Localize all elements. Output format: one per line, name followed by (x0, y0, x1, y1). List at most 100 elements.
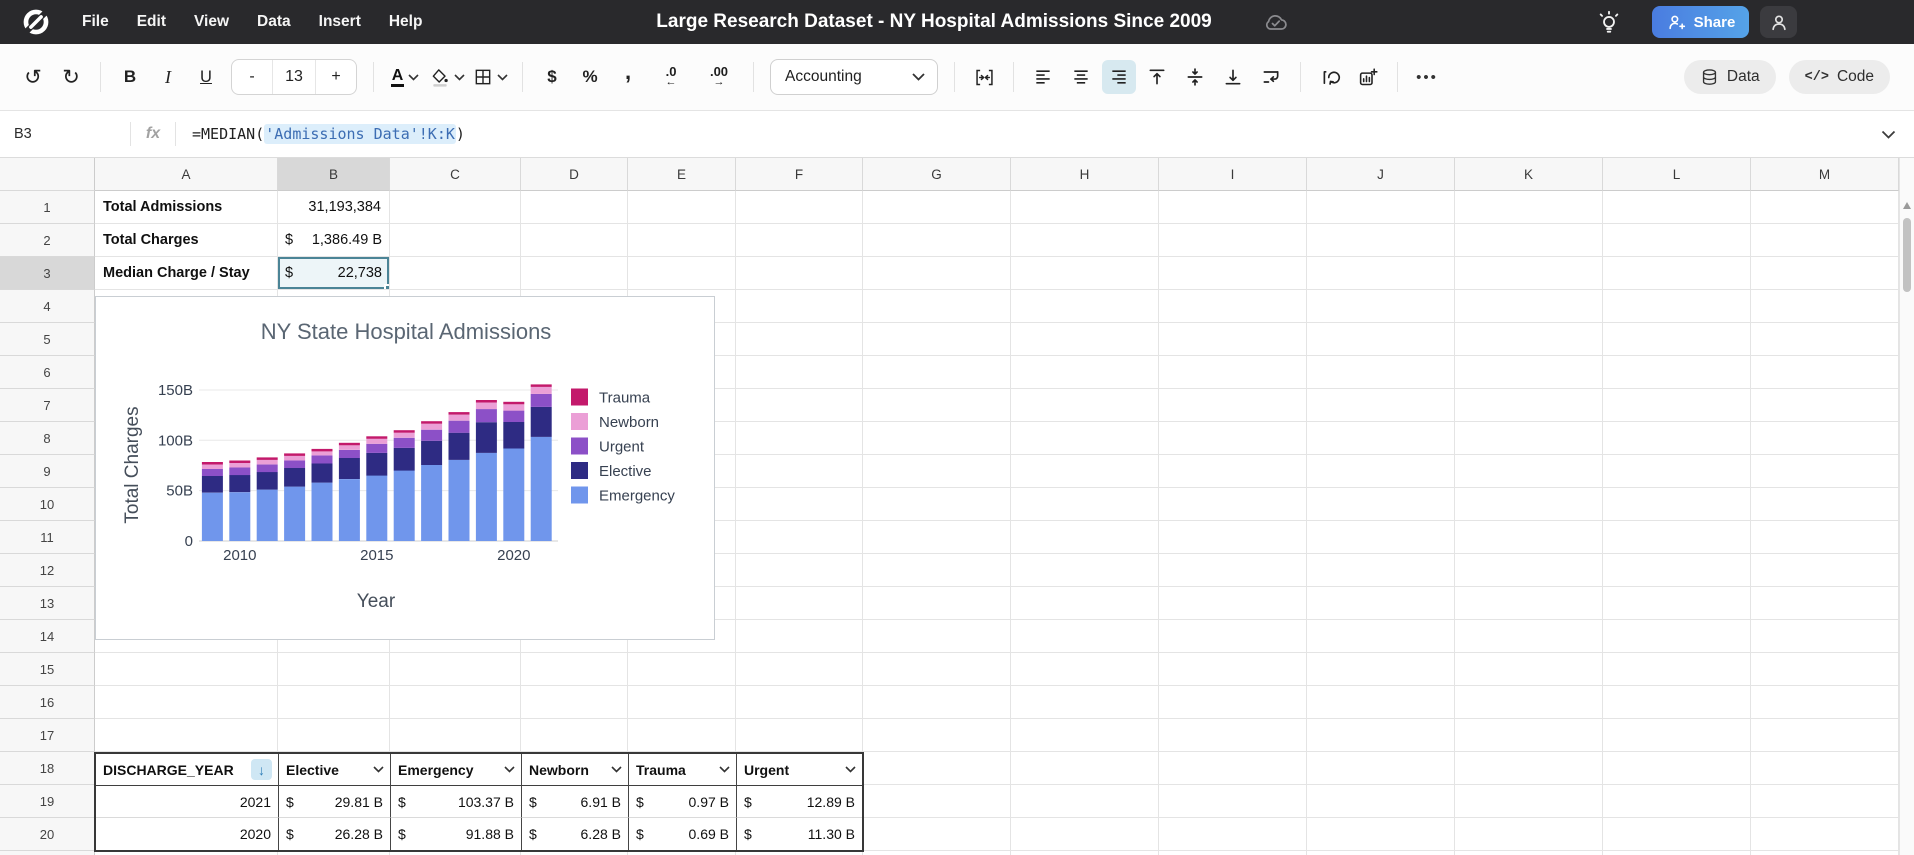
formula-bar-expand-button[interactable] (1881, 130, 1896, 139)
table-header-elective[interactable]: Elective (279, 754, 391, 786)
bar-segment-trauma-2010[interactable] (229, 461, 250, 464)
cell-L12[interactable] (1603, 554, 1751, 587)
column-header-L[interactable]: L (1603, 158, 1751, 191)
cell-A2[interactable]: Total Charges (95, 224, 278, 257)
cell-H13[interactable] (1011, 587, 1159, 620)
cell-reference-box[interactable]: B3 (0, 126, 130, 142)
cell-K17[interactable] (1455, 719, 1603, 752)
cell-J3[interactable] (1307, 257, 1455, 290)
bar-segment-elective-2016[interactable] (394, 448, 415, 471)
bar-segment-emergency-2017[interactable] (421, 465, 442, 541)
embedded-chart[interactable]: 050B100B150B201020152020NY State Hospita… (95, 296, 715, 640)
table-cell-2020-urgent[interactable]: $11.30 B (737, 818, 862, 850)
bar-segment-elective-2014[interactable] (339, 458, 360, 479)
cell-H16[interactable] (1011, 686, 1159, 719)
cell-H15[interactable] (1011, 653, 1159, 686)
table-cell-year-2020[interactable]: 2020 (96, 818, 279, 850)
bar-segment-emergency-2021[interactable] (531, 437, 552, 541)
cell-H9[interactable] (1011, 455, 1159, 488)
data-panel-button[interactable]: Data (1684, 60, 1776, 94)
cell-J12[interactable] (1307, 554, 1455, 587)
align-left-button[interactable] (1026, 60, 1060, 94)
bar-segment-urgent-2021[interactable] (531, 394, 552, 407)
cell-L1[interactable] (1603, 191, 1751, 224)
underline-button[interactable]: U (189, 60, 223, 94)
cell-I1[interactable] (1159, 191, 1307, 224)
cell-G18[interactable] (863, 752, 1011, 785)
cell-I12[interactable] (1159, 554, 1307, 587)
bar-segment-trauma-2012[interactable] (284, 453, 305, 456)
bar-segment-elective-2020[interactable] (503, 422, 524, 449)
row-header-13[interactable]: 13 (0, 587, 95, 620)
document-title[interactable]: Large Research Dataset - NY Hospital Adm… (656, 0, 1211, 44)
cell-H3[interactable] (1011, 257, 1159, 290)
bar-segment-urgent-2013[interactable] (312, 455, 333, 463)
column-header-D[interactable]: D (521, 158, 628, 191)
align-center-button[interactable] (1064, 60, 1098, 94)
cell-A1[interactable]: Total Admissions (95, 191, 278, 224)
cell-M8[interactable] (1751, 422, 1899, 455)
cell-J18[interactable] (1307, 752, 1455, 785)
bar-segment-trauma-2011[interactable] (257, 457, 278, 460)
column-header-M[interactable]: M (1751, 158, 1899, 191)
align-bottom-button[interactable] (1216, 60, 1250, 94)
cell-K19[interactable] (1455, 785, 1603, 818)
cell-I11[interactable] (1159, 521, 1307, 554)
column-header-B[interactable]: B (278, 158, 390, 191)
column-header-E[interactable]: E (628, 158, 736, 191)
cell-F11[interactable] (736, 521, 863, 554)
cell-H14[interactable] (1011, 620, 1159, 653)
cell-K7[interactable] (1455, 389, 1603, 422)
bar-segment-elective-2012[interactable] (284, 468, 305, 487)
cell-G5[interactable] (863, 323, 1011, 356)
cell-A17[interactable] (95, 719, 278, 752)
bar-segment-emergency-2019[interactable] (476, 453, 497, 541)
more-options-button[interactable]: ••• (1410, 60, 1444, 94)
cell-M5[interactable] (1751, 323, 1899, 356)
scroll-up-arrow-icon[interactable] (1903, 202, 1911, 209)
column-header-H[interactable]: H (1011, 158, 1159, 191)
bar-segment-newborn-2018[interactable] (449, 415, 470, 421)
bar-segment-urgent-2018[interactable] (449, 421, 470, 433)
formula-input[interactable]: =MEDIAN('Admissions Data'!K:K) (176, 125, 1881, 143)
cell-F5[interactable] (736, 323, 863, 356)
bar-segment-elective-2009[interactable] (202, 476, 223, 493)
code-panel-button[interactable]: </> Code (1789, 60, 1890, 94)
cell-J4[interactable] (1307, 290, 1455, 323)
cell-G21[interactable] (863, 851, 1011, 855)
row-header-4[interactable]: 4 (0, 290, 95, 323)
table-header-newborn[interactable]: Newborn (522, 754, 629, 786)
cell-A16[interactable] (95, 686, 278, 719)
cell-H21[interactable] (1011, 851, 1159, 855)
row-header-11[interactable]: 11 (0, 521, 95, 554)
bar-segment-urgent-2011[interactable] (257, 465, 278, 473)
row-header-3[interactable]: 3 (0, 257, 95, 290)
cell-B1[interactable]: 31,193,384 (278, 191, 390, 224)
bar-segment-urgent-2017[interactable] (421, 430, 442, 441)
column-header-F[interactable]: F (736, 158, 863, 191)
currency-format-button[interactable]: $ (535, 60, 569, 94)
table-cell-2021-urgent[interactable]: $12.89 B (737, 786, 862, 818)
cell-B16[interactable] (278, 686, 390, 719)
cell-L4[interactable] (1603, 290, 1751, 323)
cell-M17[interactable] (1751, 719, 1899, 752)
cell-K15[interactable] (1455, 653, 1603, 686)
bar-segment-emergency-2010[interactable] (229, 492, 250, 541)
cell-I20[interactable] (1159, 818, 1307, 851)
cell-M9[interactable] (1751, 455, 1899, 488)
bar-segment-emergency-2016[interactable] (394, 471, 415, 542)
cell-K1[interactable] (1455, 191, 1603, 224)
bar-segment-emergency-2014[interactable] (339, 479, 360, 541)
cell-L9[interactable] (1603, 455, 1751, 488)
cell-J21[interactable] (1307, 851, 1455, 855)
font-size-increase-button[interactable]: + (316, 60, 356, 94)
table-header-trauma[interactable]: Trauma (629, 754, 737, 786)
cell-G4[interactable] (863, 290, 1011, 323)
cell-L3[interactable] (1603, 257, 1751, 290)
column-header-K[interactable]: K (1455, 158, 1603, 191)
cell-J7[interactable] (1307, 389, 1455, 422)
bar-segment-urgent-2019[interactable] (476, 409, 497, 422)
table-cell-2020-elective[interactable]: $26.28 B (279, 818, 391, 850)
filter-chevron[interactable] (373, 766, 384, 773)
cell-M16[interactable] (1751, 686, 1899, 719)
